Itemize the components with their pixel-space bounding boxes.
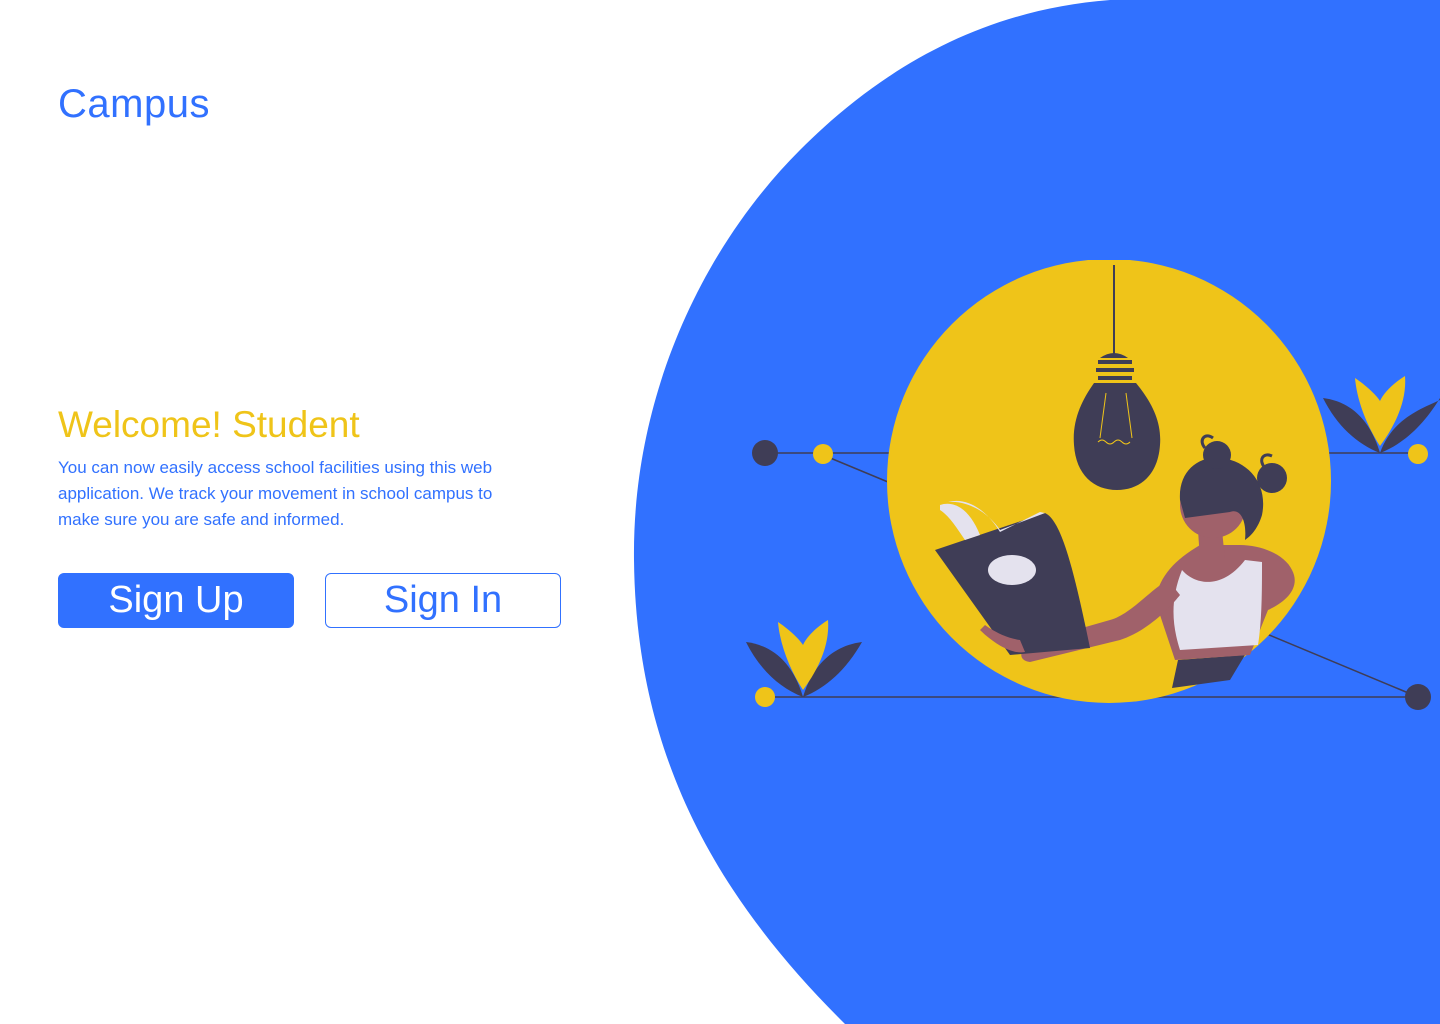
sign-in-button[interactable]: Sign In (325, 573, 561, 628)
dot-yellow-right (1408, 444, 1428, 464)
plant-left-icon (746, 620, 862, 697)
dot-yellow-left (813, 444, 833, 464)
welcome-description: You can now easily access school facilit… (58, 458, 493, 529)
plant-right-icon (1323, 376, 1440, 453)
sign-up-button[interactable]: Sign Up (58, 573, 294, 628)
dot-yellow-bottom (755, 687, 775, 707)
app-logo: Campus (58, 82, 210, 126)
student-reading-illustration (746, 260, 1440, 710)
welcome-heading: Welcome! Student (58, 404, 360, 445)
dot-dark-bottom-right (1405, 684, 1431, 710)
dot-dark-left (752, 440, 778, 466)
